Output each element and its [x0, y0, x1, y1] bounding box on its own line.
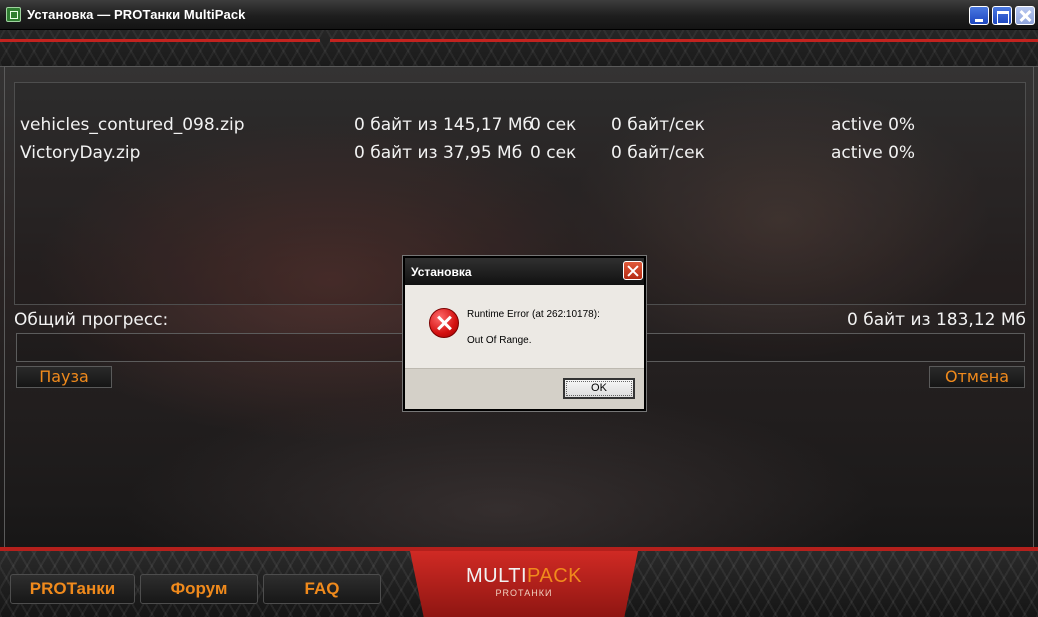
window-title: Установка — PROТанки MultiPack: [27, 7, 246, 22]
faq-link-button[interactable]: FAQ: [263, 574, 381, 604]
dialog-titlebar: Установка: [405, 258, 644, 285]
error-message: Runtime Error (at 262:10178):: [467, 309, 600, 320]
file-size: 0 байт из 145,17 Мб: [354, 115, 534, 135]
file-name: vehicles_contured_098.zip: [20, 115, 245, 135]
header-accent-right: [330, 39, 1038, 42]
file-size: 0 байт из 37,95 Мб: [354, 143, 523, 163]
dialog-footer: OK: [405, 369, 644, 409]
file-row: VictoryDay.zip 0 байт из 37,95 Мб 0 сек …: [15, 143, 1025, 167]
close-window-button[interactable]: [1015, 6, 1035, 25]
dialog-body: Runtime Error (at 262:10178): Out Of Ran…: [405, 285, 644, 369]
multipack-logo: MULTIPACK PROТАНКИ: [410, 551, 638, 617]
logo-text: MULTIPACK: [410, 565, 638, 588]
bottom-panel: PROТанки Форум FAQ MULTIPACK PROТАНКИ: [0, 547, 1038, 617]
total-size-label: 0 байт из 183,12 Мб: [846, 310, 1026, 330]
header-accent-left: [0, 39, 320, 42]
error-detail: Out Of Range.: [467, 335, 532, 346]
file-status: active 0%: [831, 143, 916, 163]
logo-subtext: PROТАНКИ: [495, 588, 553, 598]
file-row: vehicles_contured_098.zip 0 байт из 145,…: [15, 115, 1025, 139]
error-dialog: Установка Runtime Error (at 262:10178): …: [403, 256, 646, 411]
error-icon: [429, 308, 459, 338]
ok-button[interactable]: OK: [563, 378, 635, 399]
file-time: 0 сек: [530, 143, 577, 163]
cancel-button[interactable]: Отмена: [929, 366, 1025, 388]
minimize-button[interactable]: [969, 6, 989, 25]
file-speed: 0 байт/сек: [611, 115, 705, 135]
forum-link-button[interactable]: Форум: [140, 574, 258, 604]
dialog-title: Установка: [411, 265, 472, 279]
file-name: VictoryDay.zip: [20, 143, 141, 163]
file-status: active 0%: [831, 115, 916, 135]
logo-text-pack: PACK: [527, 565, 582, 587]
dialog-close-button[interactable]: [623, 261, 643, 280]
app-icon: [6, 7, 21, 22]
total-progress-label: Общий прогресс:: [14, 310, 169, 330]
file-time: 0 сек: [530, 115, 577, 135]
protanki-link-button[interactable]: PROТанки: [10, 574, 135, 604]
file-speed: 0 байт/сек: [611, 143, 705, 163]
window-titlebar: Установка — PROТанки MultiPack: [0, 0, 1038, 30]
pause-button[interactable]: Пауза: [16, 366, 112, 388]
maximize-button[interactable]: [992, 6, 1012, 25]
logo-text-multi: MULTI: [466, 565, 528, 587]
